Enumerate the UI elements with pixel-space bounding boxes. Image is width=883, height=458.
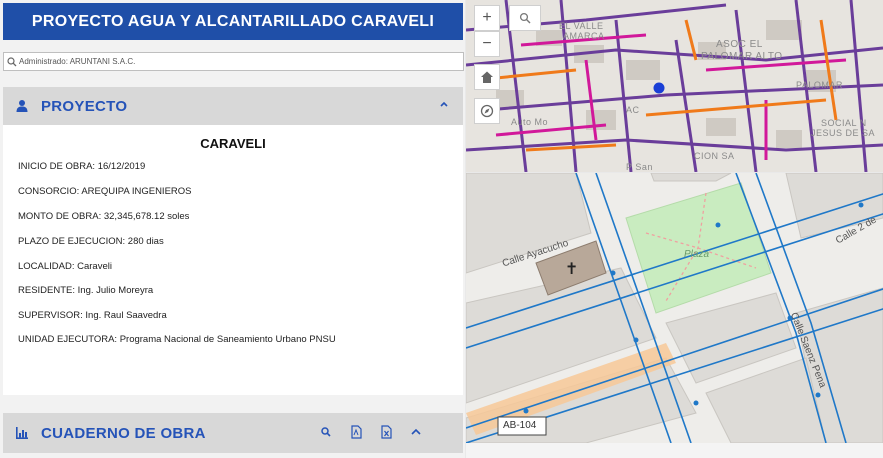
- user-icon: [16, 100, 28, 112]
- zoom-out-button[interactable]: −: [474, 31, 500, 57]
- map-label-ac: AC: [626, 105, 640, 115]
- chevron-up-icon[interactable]: [409, 425, 423, 439]
- map-label-social: SOCIAL N: [821, 118, 867, 128]
- svg-text:✝: ✝: [565, 259, 578, 278]
- chart-icon: [16, 427, 28, 439]
- home-button[interactable]: [474, 64, 500, 90]
- field-supervisor: SUPERVISOR: Ing. Raul Saavedra: [18, 310, 167, 321]
- map-label-san: P San: [626, 162, 653, 172]
- project-name: CARAVELI: [200, 136, 266, 151]
- detail-map[interactable]: ✝ Calle Ayacucho Plaza Calle 2 de Calle …: [466, 173, 883, 443]
- field-residente: RESIDENTE: Ing. Julio Moreyra: [18, 285, 154, 296]
- app-title: PROYECTO AGUA Y ALCANTARILLADO CARAVELI: [31, 12, 435, 30]
- left-panel: PROYECTO AGUA Y ALCANTARILLADO CARAVELI …: [0, 0, 465, 458]
- field-inicio: INICIO DE OBRA: 16/12/2019: [18, 161, 146, 172]
- search-text: Administrado: ARUNTANI S.A.C.: [19, 57, 136, 66]
- field-unidad-ejecutora: UNIDAD EJECUTORA: Programa Nacional de S…: [18, 334, 336, 345]
- detail-map-canvas: ✝: [466, 173, 883, 443]
- section-cuaderno-header[interactable]: CUADERNO DE OBRA: [3, 413, 463, 453]
- search-input[interactable]: Administrado: ARUNTANI S.A.C.: [3, 52, 464, 71]
- project-details: CARAVELI INICIO DE OBRA: 16/12/2019 CONS…: [3, 125, 463, 395]
- search-icon: [519, 12, 531, 24]
- map-search-button[interactable]: [509, 5, 541, 31]
- app-header: PROYECTO AGUA Y ALCANTARILLADO CARAVELI: [3, 3, 463, 40]
- feature-label-ab104: AB-104: [503, 420, 537, 431]
- pdf-icon[interactable]: [349, 425, 363, 439]
- map-label-palomar: PALOMAR: [796, 80, 843, 90]
- map-label-auto: Auto Mo: [511, 117, 549, 127]
- field-plazo: PLAZO DE EJECUCION: 280 dias: [18, 236, 164, 247]
- overview-map[interactable]: EL VALLE AMARCA ASOC EL PALOMAR ALTO PAL…: [466, 0, 883, 172]
- chevron-up-icon[interactable]: [439, 99, 449, 109]
- field-localidad: LOCALIDAD: Caraveli: [18, 261, 112, 272]
- section-proyecto-title: PROYECTO: [41, 97, 128, 115]
- search-icon[interactable]: [319, 425, 333, 439]
- field-consorcio: CONSORCIO: AREQUIPA INGENIEROS: [18, 186, 192, 197]
- home-icon: [481, 71, 493, 83]
- zoom-in-button[interactable]: +: [474, 5, 500, 31]
- section-cuaderno-title: CUADERNO DE OBRA: [41, 424, 206, 442]
- locate-button[interactable]: [474, 98, 500, 124]
- map-label-asoc: ASOC EL: [716, 39, 763, 50]
- search-icon: [7, 56, 17, 66]
- compass-icon: [480, 104, 494, 118]
- field-monto: MONTO DE OBRA: 32,345,678.12 soles: [18, 211, 190, 222]
- map-label-valle: EL VALLE: [559, 21, 604, 31]
- plaza-label: Plaza: [684, 249, 710, 260]
- map-label-cion: CION SA: [694, 151, 735, 161]
- excel-icon[interactable]: [379, 425, 393, 439]
- map-label-amarca: AMARCA: [563, 31, 605, 41]
- map-label-palomar-alto: PALOMAR ALTO: [701, 51, 783, 62]
- map-label-jesus: JESUS DE SA: [811, 128, 876, 138]
- map-footer-strip: [466, 443, 883, 458]
- section-proyecto-header[interactable]: PROYECTO: [3, 87, 463, 125]
